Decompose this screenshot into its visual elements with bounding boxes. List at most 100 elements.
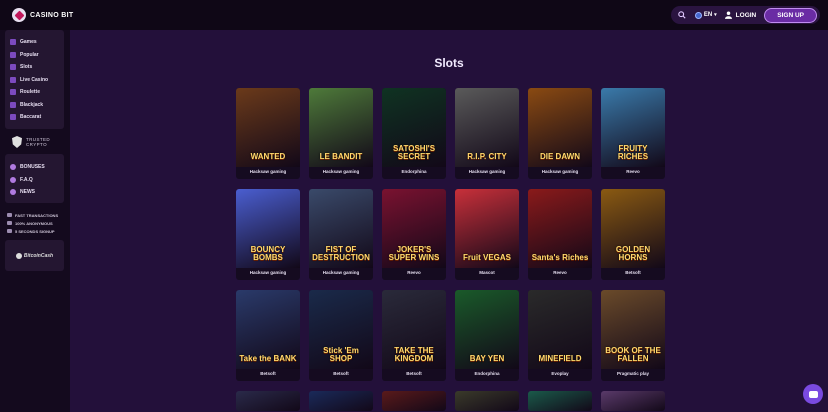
game-thumbnail[interactable]: FRUITY RICHES	[601, 88, 665, 167]
game-card[interactable]: BOUNCY BOMBS Hacksaw gaming	[236, 189, 300, 280]
sidebar-item-label: Slots	[20, 64, 33, 71]
game-thumbnail[interactable]: BAY YEN	[455, 290, 519, 369]
sidebar-item-label: Blackjack	[20, 101, 44, 108]
sidebar-item-f-a-q[interactable]: F.A.Q	[10, 174, 64, 187]
game-thumbnail[interactable]: LE BANDIT	[309, 88, 373, 167]
sidebar-item-popular[interactable]: Popular	[10, 49, 64, 62]
game-card[interactable]: R.I.P. CITY Hacksaw gaming	[455, 88, 519, 179]
game-card[interactable]: JOKER'S SUPER WINS Reevo	[382, 189, 446, 280]
game-provider: Hacksaw gaming	[322, 169, 360, 174]
game-thumbnail[interactable]: SATOSHI'S SECRET	[382, 88, 446, 167]
game-thumbnail[interactable]: Take the BANK	[236, 290, 300, 369]
game-title: BOOK OF THE FALLEN	[605, 346, 661, 363]
sidebar-item-news[interactable]: NEWS	[10, 186, 64, 199]
game-card[interactable]: MINEFIELD Evoplay	[528, 290, 592, 381]
language-label: EN	[703, 12, 713, 18]
game-thumbnail[interactable]: GOLDEN HORNS	[601, 189, 665, 268]
game-provider: Hacksaw gaming	[541, 169, 579, 174]
sidebar-item-baccarat[interactable]: Baccarat	[10, 111, 64, 124]
login-button[interactable]: LOGIN	[724, 11, 756, 19]
main-content: Slots WANTED Hacksaw gaming LE BANDIT Hacks…	[70, 30, 828, 412]
game-provider: Hacksaw gaming	[249, 169, 287, 174]
game-thumbnail[interactable]: Fruit VEGAS	[455, 189, 519, 268]
news-icon	[10, 189, 16, 196]
game-provider: Betsoft	[625, 270, 641, 275]
bitcoin-cash-logo: BitcoinCash	[15, 252, 53, 259]
game-thumbnail[interactable]: Santa's Riches	[528, 189, 592, 268]
chat-icon	[808, 390, 818, 398]
game-provider: Evoplay	[551, 371, 569, 376]
game-title: JOKER'S SUPER WINS	[388, 245, 440, 262]
sidebar-item-games[interactable]: Games	[10, 36, 64, 49]
game-card[interactable]: TAKE THE KINGDOM Betsoft	[382, 290, 446, 381]
game-card[interactable]: Take the BANK Betsoft	[236, 290, 300, 381]
game-thumbnail[interactable]: TAKE THE KINGDOM	[382, 290, 446, 369]
sidebar: Games Popular Slots Live Casino Roulette Blac…	[0, 30, 70, 412]
game-card[interactable]: BOOK OF THE FALLEN Pragmatic play	[601, 290, 665, 381]
chat-button[interactable]	[803, 384, 823, 404]
game-thumbnail[interactable]: BOUNCY BOMBS	[236, 189, 300, 268]
bitcoin-cash-badge[interactable]: BitcoinCash	[5, 240, 64, 271]
game-provider: Hacksaw gaming	[249, 270, 287, 275]
game-title: MINEFIELD	[538, 354, 582, 363]
game-provider: Hacksaw gaming	[322, 270, 360, 275]
sidebar-item-label: BONUSES	[20, 164, 45, 171]
sidebar-item-roulette[interactable]: Roulette	[10, 86, 64, 99]
game-card[interactable]: Stick 'Em SHOP Betsoft	[309, 290, 373, 381]
brand-logo[interactable]: CASINO BIT	[12, 8, 73, 22]
game-thumbnail[interactable]: DIE DAWN	[528, 88, 592, 167]
game-card[interactable]: Santa's Riches Reevo	[528, 189, 592, 280]
signup-button[interactable]: SIGN UP	[764, 7, 817, 23]
trusted-crypto-badge: TRUSTED CRYPTO	[5, 132, 64, 152]
game-card[interactable]: WANTED Hacksaw gaming	[236, 88, 300, 179]
sidebar-item-slots[interactable]: Slots	[10, 61, 64, 74]
game-card[interactable]: Fruit VEGAS Mascot	[455, 189, 519, 280]
game-thumbnail[interactable]: MINEFIELD	[528, 290, 592, 369]
game-thumbnail[interactable]: JOKER'S SUPER WINS	[382, 189, 446, 268]
game-card[interactable]	[382, 391, 446, 411]
game-title: Fruit VEGAS	[462, 253, 511, 262]
search-icon[interactable]	[677, 10, 687, 20]
game-thumbnail[interactable]: FIST OF DESTRUCTION	[309, 189, 373, 268]
feature-list: FAST TRANSACTIONS 100% ANONYMOUS 5 SECONDS…	[7, 211, 58, 235]
language-selector[interactable]: EN ▾	[694, 11, 717, 19]
game-provider: Hacksaw gaming	[468, 169, 506, 174]
trusted-text: TRUSTED CRYPTO	[26, 137, 50, 147]
chevron-down-icon: ▾	[714, 12, 717, 18]
game-card[interactable]	[309, 391, 373, 411]
feature-icon	[7, 221, 12, 225]
top-bar: CASINO BIT EN ▾ LOGIN SIGN UP	[0, 0, 828, 30]
game-card[interactable]: FRUITY RICHES Reevo	[601, 88, 665, 179]
game-card[interactable]: LE BANDIT Hacksaw gaming	[309, 88, 373, 179]
game-card[interactable]: GOLDEN HORNS Betsoft	[601, 189, 665, 280]
game-thumbnail[interactable]: Stick 'Em SHOP	[309, 290, 373, 369]
feature-icon	[7, 213, 12, 217]
bitcoin-cash-icon	[15, 252, 22, 259]
roulette-icon	[10, 89, 16, 96]
sidebar-item-label: Roulette	[20, 89, 40, 96]
sidebar-item-label: Games	[20, 39, 37, 46]
game-card[interactable]: SATOSHI'S SECRET Endorphina	[382, 88, 446, 179]
game-thumbnail[interactable]: R.I.P. CITY	[455, 88, 519, 167]
game-provider: Betsoft	[260, 371, 276, 376]
sidebar-item-blackjack[interactable]: Blackjack	[10, 99, 64, 112]
game-thumbnail[interactable]: WANTED	[236, 88, 300, 167]
game-provider: Reevo	[626, 169, 640, 174]
game-card[interactable]	[455, 391, 519, 411]
game-title: FRUITY RICHES	[617, 144, 649, 161]
sidebar-item-label: F.A.Q	[20, 176, 33, 183]
game-title: LE BANDIT	[319, 152, 363, 161]
game-card[interactable]: FIST OF DESTRUCTION Hacksaw gaming	[309, 189, 373, 280]
game-thumbnail[interactable]: BOOK OF THE FALLEN	[601, 290, 665, 369]
game-provider: Betsoft	[333, 371, 349, 376]
sidebar-item-live-casino[interactable]: Live Casino	[10, 74, 64, 87]
brand-name: CASINO BIT	[30, 11, 74, 19]
game-card[interactable]	[236, 391, 300, 411]
game-card[interactable]	[601, 391, 665, 411]
game-card[interactable]: DIE DAWN Hacksaw gaming	[528, 88, 592, 179]
sidebar-item-bonuses[interactable]: BONUSES	[10, 161, 64, 174]
shield-icon	[12, 136, 22, 148]
game-card[interactable]: BAY YEN Endorphina	[455, 290, 519, 381]
game-title: Take the BANK	[239, 354, 297, 363]
game-card[interactable]	[528, 391, 592, 411]
